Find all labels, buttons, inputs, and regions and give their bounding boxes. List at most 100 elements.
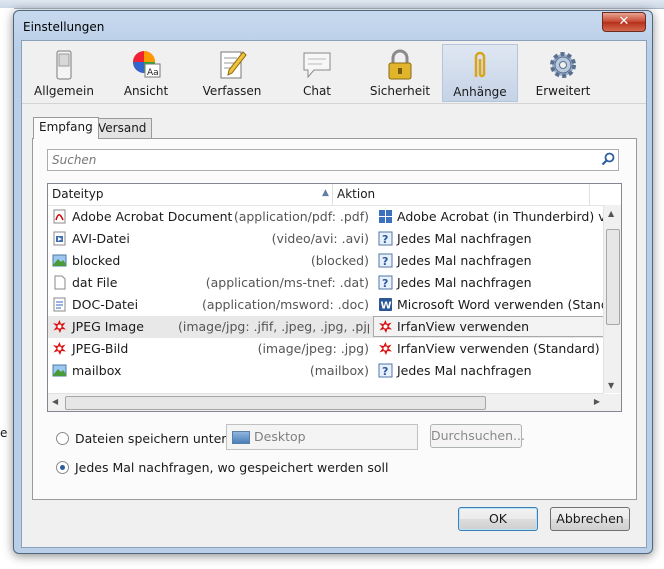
list-item[interactable]: AVI-Datei (video/avi: .avi)? Jedes Mal nac…	[48, 228, 604, 250]
column-divider[interactable]	[589, 184, 590, 205]
toolbar-button-sicherheit[interactable]: Sicherheit	[362, 44, 438, 102]
column-header-aktion[interactable]: Aktion	[337, 187, 375, 201]
background-app-pane: e	[0, 8, 14, 569]
chat-bubble-icon	[303, 52, 331, 79]
question-icon: ?	[378, 253, 393, 268]
list-item[interactable]: mailbox (mailbox)? Jedes Mal nachfragen	[48, 360, 604, 382]
action-label: Jedes Mal nachfragen	[397, 253, 532, 268]
search-icon[interactable]	[601, 152, 615, 166]
list-item[interactable]: JPEG Image (image/jpg: .jfif, .jpeg, .jpg…	[48, 316, 604, 338]
image-file-icon	[52, 253, 67, 268]
scroll-corner	[604, 394, 621, 411]
title-bar[interactable]: Einstellungen ✕	[14, 11, 652, 39]
toolbar-label: Sicherheit	[369, 84, 431, 98]
mime-type: (blocked)	[310, 253, 369, 268]
list-header: Dateityp ▲ Aktion	[48, 184, 604, 206]
irfanview-icon	[378, 319, 393, 334]
svg-text:?: ?	[382, 277, 388, 290]
compose-icon	[220, 51, 247, 79]
image-file-icon	[52, 363, 67, 378]
radio-always-ask-label: Jedes Mal nachfragen, wo gespeichert wer…	[75, 460, 389, 475]
cancel-button[interactable]: Abbrechen	[550, 507, 630, 531]
toolbar-label: Chat	[302, 84, 332, 98]
toolbar-label: Erweitert	[535, 84, 591, 98]
svg-text:?: ?	[382, 365, 388, 378]
radio-save-to[interactable]: Dateien speichern unter	[56, 431, 226, 446]
toolbar-label: Anhänge	[453, 85, 507, 99]
list-item[interactable]: Adobe Acrobat Document (application/pdf: …	[48, 206, 613, 228]
action-label: Jedes Mal nachfragen	[397, 363, 532, 378]
background-app-toolbar	[0, 0, 664, 9]
word-icon: W	[378, 297, 393, 312]
action-label: IrfanView verwenden (Standard)	[397, 341, 600, 356]
mime-type: (application/ms-tnef: .dat)	[205, 275, 369, 290]
close-button[interactable]: ✕	[602, 12, 646, 32]
toolbar-button-ansicht[interactable]: Aa Ansicht	[108, 44, 184, 102]
toolbar-button-verfassen[interactable]: Verfassen	[194, 44, 270, 102]
list-item[interactable]: blocked (blocked)? Jedes Mal nachfragen	[48, 250, 604, 272]
radio-save-to-label: Dateien speichern unter	[75, 431, 227, 446]
toolbar-label: Verfassen	[202, 84, 262, 98]
padlock-icon	[388, 49, 412, 80]
vertical-scrollbar[interactable]: ▲ ▼	[603, 205, 621, 393]
sort-ascending-icon: ▲	[322, 188, 329, 198]
paperclip-icon	[474, 51, 486, 78]
horizontal-scroll-thumb[interactable]	[65, 396, 486, 410]
scroll-down-icon[interactable]: ▼	[608, 381, 614, 390]
tab-empfang[interactable]: Empfang	[33, 117, 99, 139]
list-item[interactable]: JPEG-Bild (image/jpeg: .jpg) IrfanView ver…	[48, 338, 604, 360]
question-icon: ?	[378, 231, 393, 246]
action-label: Jedes Mal nachfragen	[397, 275, 532, 290]
file-type-name: dat File	[72, 275, 118, 290]
radio-always-ask-indicator[interactable]	[56, 461, 69, 474]
search-input[interactable]: Suchen	[47, 149, 619, 171]
toolbar-label: Allgemein	[34, 84, 94, 98]
ok-button[interactable]: OK	[458, 507, 538, 531]
radio-save-to-indicator[interactable]	[56, 432, 69, 445]
list-item[interactable]: dat File (application/ms-tnef: .dat)? Jede…	[48, 272, 604, 294]
toolbar-button-chat[interactable]: Chat	[279, 44, 355, 102]
gear-icon	[550, 52, 576, 78]
plugin-icon	[378, 209, 393, 224]
file-type-name: mailbox	[72, 363, 122, 378]
mime-type: (application/pdf: .pdf)	[233, 209, 369, 224]
preferences-toolbar: Allgemein Aa Ansicht Verfassen Chat Sich…	[22, 41, 646, 104]
column-divider[interactable]	[332, 184, 333, 205]
scroll-right-icon[interactable]: ▶	[594, 397, 600, 406]
blank-file-icon	[52, 275, 67, 290]
question-icon: ?	[378, 275, 393, 290]
browse-button[interactable]: Durchsuchen...	[430, 424, 525, 448]
toolbar-button-erweitert[interactable]: Erweitert	[525, 44, 601, 102]
video-file-icon	[52, 231, 67, 246]
file-type-name: AVI-Datei	[72, 231, 130, 246]
column-header-dateityp[interactable]: Dateityp	[52, 187, 103, 201]
svg-text:?: ?	[382, 255, 388, 268]
scroll-up-icon[interactable]: ▲	[608, 209, 614, 218]
action-label[interactable]: IrfanView verwenden	[397, 319, 529, 334]
download-folder-value: Desktop	[254, 429, 306, 444]
file-type-name: DOC-Datei	[72, 297, 139, 312]
horizontal-scrollbar[interactable]: ◀ ▶	[48, 393, 604, 411]
irfanview-icon	[52, 319, 67, 334]
action-label: Adobe Acrobat (in Thunderbird) ve	[397, 209, 614, 224]
mime-type: (mailbox)	[309, 363, 369, 378]
action-label: Jedes Mal nachfragen	[397, 231, 532, 246]
window-title: Einstellungen	[23, 20, 105, 34]
file-type-name: JPEG Image	[72, 319, 144, 334]
vertical-scroll-thumb[interactable]	[606, 229, 620, 325]
switch-icon	[56, 50, 72, 80]
dialog-client: Allgemein Aa Ansicht Verfassen Chat Sich…	[21, 40, 647, 548]
pdf-icon	[52, 209, 67, 224]
scroll-left-icon[interactable]: ◀	[52, 397, 58, 406]
color-wheel-icon: Aa	[133, 51, 161, 78]
tab-versand[interactable]: Versand	[92, 118, 153, 139]
radio-always-ask[interactable]: Jedes Mal nachfragen, wo gespeichert wer…	[56, 460, 389, 475]
list-item[interactable]: DOC-Datei (application/msword: .doc) W Micr…	[48, 294, 616, 316]
irfanview-icon	[52, 341, 67, 356]
mime-type: (application/msword: .doc)	[202, 297, 369, 312]
svg-text:W: W	[381, 301, 392, 312]
svg-text:?: ?	[382, 233, 388, 246]
toolbar-button-anhaenge[interactable]: Anhänge	[442, 44, 518, 102]
toolbar-button-allgemein[interactable]: Allgemein	[26, 44, 102, 102]
file-type-name: blocked	[72, 253, 121, 268]
